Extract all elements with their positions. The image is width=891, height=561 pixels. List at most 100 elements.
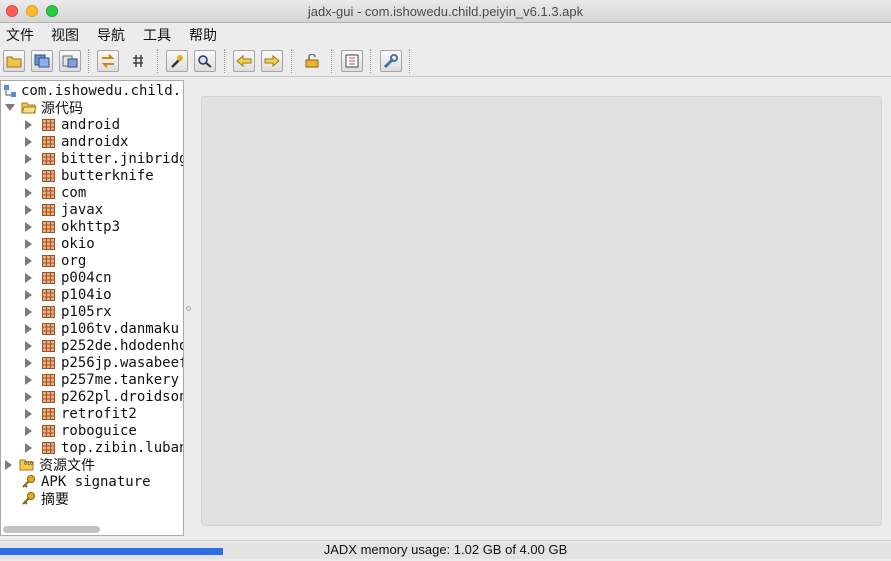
expand-arrow-icon[interactable] xyxy=(25,136,32,147)
tree-node-package[interactable]: p262pl.droidsonroids xyxy=(25,388,183,405)
package-icon xyxy=(42,322,55,335)
tree-node-package[interactable]: org xyxy=(25,252,86,269)
menu-view[interactable]: 视图 xyxy=(51,25,79,45)
package-icon xyxy=(42,237,55,250)
expand-arrow-icon[interactable] xyxy=(25,374,32,385)
tree-node-package[interactable]: retrofit2 xyxy=(25,405,137,422)
tree-node-label: org xyxy=(61,252,87,269)
expand-arrow-icon[interactable] xyxy=(25,391,32,402)
back-button[interactable] xyxy=(233,50,255,72)
forward-button[interactable] xyxy=(261,50,283,72)
tree-node-package[interactable]: p257me.tankery xyxy=(25,371,179,388)
expand-arrow-icon[interactable] xyxy=(25,357,32,368)
log-viewer-icon xyxy=(345,54,359,68)
preferences-icon xyxy=(383,54,398,68)
tree-node-apk-signature[interactable]: APK signature xyxy=(21,473,151,490)
expand-arrow-icon[interactable] xyxy=(25,340,32,351)
menu-bar: 文件 视图 导航 工具 帮助 xyxy=(0,23,891,45)
tree-node-label: com xyxy=(61,184,87,201)
tree-node-label: p257me.tankery xyxy=(61,371,180,388)
tree-node-package[interactable]: top.zibin.luban xyxy=(25,439,183,456)
deobfuscation-button[interactable] xyxy=(301,50,323,72)
preferences-button[interactable] xyxy=(380,50,402,72)
open-file-button[interactable] xyxy=(3,50,25,72)
tree-node-package[interactable]: javax xyxy=(25,201,103,218)
tree-node-label: javax xyxy=(61,201,104,218)
flatten-packages-button[interactable] xyxy=(127,50,149,72)
tree-node-label: p106tv.danmaku xyxy=(61,320,180,337)
package-icon xyxy=(42,271,55,284)
tree-node-package[interactable]: bitter.jnibridge xyxy=(25,150,184,167)
project-tree[interactable]: com.ishowedu.child. 源代码 android androidx b… xyxy=(0,80,184,536)
tree-node-label: p252de.hdodenhof xyxy=(61,337,184,354)
package-icon xyxy=(42,254,55,267)
expand-arrow-icon[interactable] xyxy=(25,289,32,300)
save-all-button[interactable] xyxy=(31,50,53,72)
expand-arrow-icon[interactable] xyxy=(25,221,32,232)
expand-arrow-icon[interactable] xyxy=(25,153,32,164)
expand-arrow-icon[interactable] xyxy=(25,187,32,198)
tree-root-node[interactable]: com.ishowedu.child. xyxy=(3,82,181,99)
tree-node-label: butterknife xyxy=(61,167,154,184)
tree-node-resources[interactable]: 010 资源文件 xyxy=(5,456,95,474)
binary-folder-icon: 010 xyxy=(19,459,34,471)
tree-node-package[interactable]: butterknife xyxy=(25,167,154,184)
package-icon xyxy=(42,186,55,199)
text-search-button[interactable] xyxy=(166,50,188,72)
expand-arrow-icon[interactable] xyxy=(25,170,32,181)
code-view-area xyxy=(201,96,882,526)
deobfuscation-icon xyxy=(305,54,319,68)
tree-node-package[interactable]: p256jp.wasabeef xyxy=(25,354,183,371)
menu-help[interactable]: 帮助 xyxy=(189,25,217,45)
tree-node-label: roboguice xyxy=(61,422,137,439)
package-icon xyxy=(42,390,55,403)
tree-node-package[interactable]: p004cn xyxy=(25,269,112,286)
tree-node-label: 资源文件 xyxy=(39,457,95,474)
collapse-arrow-icon[interactable] xyxy=(5,104,15,111)
tree-node-package[interactable]: android xyxy=(25,116,120,133)
expand-arrow-icon[interactable] xyxy=(25,408,32,419)
export-button[interactable] xyxy=(59,50,81,72)
toolbar xyxy=(0,45,891,77)
tree-node-label: p105rx xyxy=(61,303,112,320)
tree-node-package[interactable]: okhttp3 xyxy=(25,218,120,235)
expand-arrow-icon[interactable] xyxy=(5,459,12,470)
package-icon xyxy=(42,441,55,454)
tree-node-package[interactable]: p252de.hdodenhof xyxy=(25,337,184,354)
forward-icon xyxy=(264,54,280,68)
expand-arrow-icon[interactable] xyxy=(25,119,32,130)
tree-node-package[interactable]: p106tv.danmaku xyxy=(25,320,179,337)
expand-arrow-icon[interactable] xyxy=(25,425,32,436)
package-icon xyxy=(42,424,55,437)
split-pane-divider-handle[interactable] xyxy=(186,306,191,311)
tree-node-package[interactable]: com xyxy=(25,184,86,201)
expand-arrow-icon[interactable] xyxy=(25,306,32,317)
tree-node-label: p104io xyxy=(61,286,112,303)
expand-arrow-icon[interactable] xyxy=(25,323,32,334)
package-icon xyxy=(42,356,55,369)
tree-node-source[interactable]: 源代码 xyxy=(5,99,83,117)
menu-file[interactable]: 文件 xyxy=(6,25,34,45)
package-icon xyxy=(42,135,55,148)
tree-node-package[interactable]: okio xyxy=(25,235,95,252)
expand-arrow-icon[interactable] xyxy=(25,272,32,283)
menu-navigation[interactable]: 导航 xyxy=(97,25,125,45)
horizontal-scrollbar-thumb[interactable] xyxy=(3,526,100,533)
log-viewer-button[interactable] xyxy=(341,50,363,72)
expand-arrow-icon[interactable] xyxy=(25,238,32,249)
tree-node-summary[interactable]: 摘要 xyxy=(21,490,69,508)
expand-arrow-icon[interactable] xyxy=(25,255,32,266)
class-search-button[interactable] xyxy=(194,50,216,72)
tree-node-package[interactable]: roboguice xyxy=(25,422,137,439)
expand-arrow-icon[interactable] xyxy=(25,204,32,215)
expand-arrow-icon[interactable] xyxy=(25,442,32,453)
tree-node-package[interactable]: p105rx xyxy=(25,303,112,320)
menu-tools[interactable]: 工具 xyxy=(143,25,171,45)
toolbar-separator xyxy=(224,49,226,73)
tree-node-label: bitter.jnibridge xyxy=(61,150,184,167)
package-icon xyxy=(42,118,55,131)
toolbar-separator xyxy=(157,49,159,73)
sync-button[interactable] xyxy=(97,50,119,72)
tree-node-package[interactable]: p104io xyxy=(25,286,112,303)
tree-node-package[interactable]: androidx xyxy=(25,133,128,150)
